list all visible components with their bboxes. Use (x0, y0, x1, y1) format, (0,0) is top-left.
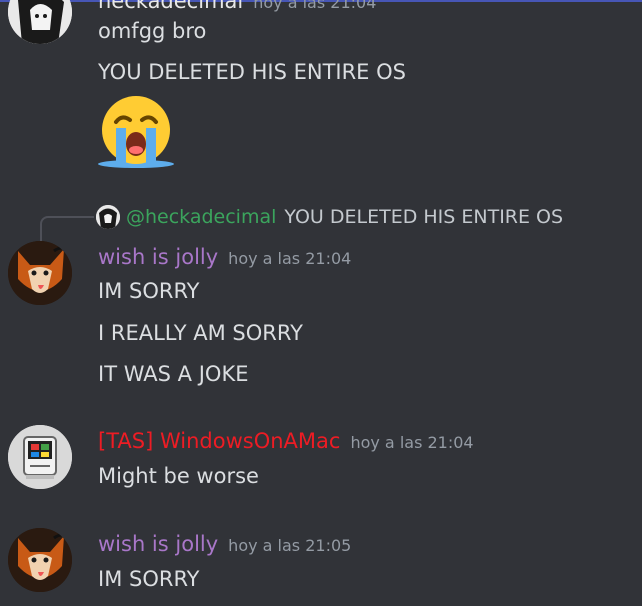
message-text: Might be worse (98, 464, 259, 488)
author-name[interactable]: heckadecimal hoy a las 21:04 (98, 0, 376, 16)
avatar-anime-icon (8, 0, 72, 44)
message-text: IM SORRY (98, 567, 200, 591)
author-name[interactable]: wish is jolly hoy a las 21:05 (98, 531, 351, 559)
reply-avatar (96, 205, 120, 229)
avatar-fox-icon (8, 241, 72, 305)
avatar-anime-icon (96, 205, 120, 229)
reply-text: YOU DELETED HIS ENTIRE OS (284, 206, 564, 228)
message-group-heckadecimal: heckadecimal hoy a las 21:04 omfgg bro YO… (0, 0, 642, 180)
loudly-crying-face-icon (96, 94, 176, 168)
avatar[interactable] (8, 528, 72, 592)
timestamp: hoy a las 21:04 (228, 249, 352, 268)
timestamp: hoy a las 21:04 (350, 433, 474, 452)
reply-connector (40, 216, 94, 242)
message-text: IT WAS A JOKE (98, 362, 249, 386)
message-text: I REALLY AM SORRY (98, 321, 303, 345)
timestamp: hoy a las 21:04 (253, 0, 377, 12)
author-name[interactable]: wish is jolly hoy a las 21:04 (98, 244, 351, 272)
timestamp: hoy a las 21:05 (228, 536, 352, 555)
reply-preview[interactable]: @heckadecimal YOU DELETED HIS ENTIRE OS (96, 205, 563, 229)
author-name[interactable]: [TAS] WindowsOnAMac hoy a las 21:04 (98, 428, 474, 456)
avatar-fox-icon (8, 528, 72, 592)
avatar[interactable] (8, 241, 72, 305)
mac-computer-icon (8, 425, 72, 489)
message-text: omfgg bro (98, 19, 207, 43)
message-text: IM SORRY (98, 279, 200, 303)
message-text: YOU DELETED HIS ENTIRE OS (98, 60, 406, 84)
avatar[interactable] (8, 425, 72, 489)
avatar[interactable] (8, 0, 72, 44)
reply-mention[interactable]: @heckadecimal (126, 205, 276, 229)
